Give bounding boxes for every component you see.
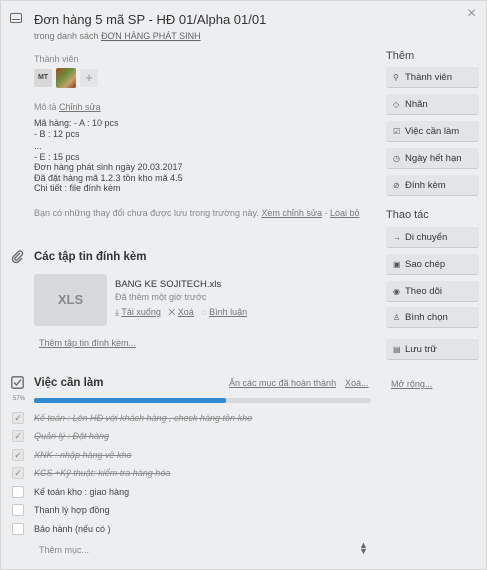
- description-line: ...: [34, 141, 42, 151]
- checklist-icon: ☑: [393, 127, 401, 136]
- sidebar-actions-heading: Thao tác: [386, 209, 429, 221]
- checklist-checkbox[interactable]: ✓: [12, 430, 24, 442]
- sidebar-button-label: Đính kèm: [405, 180, 446, 191]
- sidebar-button-thumbs-up[interactable]: ♙ Bình chọn: [386, 307, 479, 328]
- checklist-checkbox[interactable]: [12, 523, 24, 535]
- unsaved-text: Bạn có những thay đổi chưa được lưu tron…: [34, 208, 259, 218]
- description-line: Mã hàng: - A : 10 pcs: [34, 118, 119, 128]
- members-label: Thành viên: [34, 54, 79, 64]
- hide-completed-link[interactable]: Ẩn các mục đã hoàn thành: [229, 378, 336, 388]
- archive-icon: ▤: [393, 345, 401, 354]
- sidebar-button-label: Thành viên: [405, 72, 453, 83]
- sidebar-button-eye[interactable]: ◉ Theo dõi: [386, 281, 479, 302]
- progress-bar: [34, 398, 371, 403]
- sort-icon[interactable]: ▲ ▼: [359, 541, 368, 556]
- checklist-item[interactable]: Kế toán : Lên HĐ với khách hàng , check …: [34, 413, 252, 423]
- discard-link[interactable]: Loại bỏ: [330, 208, 360, 218]
- arrow-right-icon: →: [393, 233, 401, 242]
- sidebar-button-checklist[interactable]: ☑ Việc cần làm: [386, 121, 479, 142]
- card-icon: [10, 13, 22, 23]
- more-link[interactable]: Mở rộng...: [391, 379, 432, 389]
- thumbs-up-icon: ♙: [393, 313, 401, 322]
- sidebar-button-copy[interactable]: ▣ Sao chép: [386, 254, 479, 275]
- card-list-info: trong danh sách ĐƠN HÀNG PHÁT SINH: [34, 31, 201, 41]
- sidebar-button-label: Theo dõi: [405, 286, 442, 297]
- description-body[interactable]: Mã hàng: - A : 10 pcs - B : 12 pcs ... -…: [34, 118, 183, 194]
- checklist-title: Việc cần làm: [34, 377, 104, 389]
- download-action[interactable]: ⤓ Tải xuống: [115, 307, 161, 317]
- person-icon: ⚲: [393, 73, 399, 82]
- clock-icon: ◷: [393, 154, 400, 163]
- view-edits-link[interactable]: Xem chỉnh sửa: [261, 208, 322, 218]
- list-name-link[interactable]: ĐƠN HÀNG PHÁT SINH: [101, 31, 201, 41]
- paperclip-icon: ⊘: [393, 181, 400, 190]
- sidebar-button-label: Bình chọn: [405, 312, 448, 323]
- close-icon[interactable]: ×: [467, 5, 476, 23]
- sidebar-button-label: Việc cần làm: [405, 126, 460, 137]
- checklist-checkbox[interactable]: ✓: [12, 412, 24, 424]
- add-member-button[interactable]: +: [80, 69, 98, 87]
- paperclip-icon: [11, 250, 25, 267]
- sidebar-button-arrow-right[interactable]: → Di chuyển: [386, 227, 479, 248]
- description-line: - E : 15 pcs: [34, 151, 80, 162]
- checklist-checkbox[interactable]: ✓: [12, 467, 24, 479]
- comment-icon: ◌: [201, 307, 210, 317]
- delete-checklist-link[interactable]: Xoá...: [345, 378, 369, 388]
- description-edit-link[interactable]: Chỉnh sửa: [59, 102, 101, 112]
- add-checklist-item[interactable]: Thêm mục...: [39, 545, 89, 555]
- progress-percent: 57%: [13, 396, 26, 402]
- attachments-title: Các tập tin đính kèm: [34, 251, 147, 263]
- description-label: Mô tả Chỉnh sửa: [34, 102, 101, 112]
- sidebar-add-heading: Thêm: [386, 50, 415, 62]
- checklist-checkbox[interactable]: [12, 486, 24, 498]
- checklist-item[interactable]: Kế toán kho : giao hàng: [34, 487, 129, 497]
- checklist-item[interactable]: Thanh lý hợp đồng: [34, 505, 109, 515]
- member-avatar-photo[interactable]: [56, 68, 76, 88]
- attachment-actions: ⤓ Tải xuống ✕ Xoá ◌ Bình luận: [115, 307, 247, 318]
- unsaved-changes-notice: Bạn có những thay đổi chưa được lưu tron…: [34, 207, 364, 219]
- description-heading: Mô tả: [34, 102, 57, 112]
- sidebar-button-label: Ngày hết hạn: [405, 153, 462, 164]
- delete-icon: ✕: [168, 307, 178, 317]
- sidebar-button-archive[interactable]: ▤ Lưu trữ: [386, 339, 479, 360]
- member-avatar-mt[interactable]: MT: [34, 69, 52, 87]
- checklist-item[interactable]: XNK : nhập hàng về kho: [34, 450, 132, 460]
- description-line: Chi tiết : file đính kèm: [34, 183, 121, 193]
- attachment-added-time: Đã thêm một giờ trước: [115, 292, 207, 302]
- download-label: Tải xuống: [121, 307, 161, 317]
- description-line: Đơn hàng phát sinh ngày 20.03.2017: [34, 162, 183, 172]
- checklist-checkbox[interactable]: [12, 504, 24, 516]
- in-list-prefix: trong danh sách: [34, 31, 99, 41]
- card-title[interactable]: Đơn hàng 5 mã SP - HĐ 01/Alpha 01/01: [34, 12, 266, 27]
- progress-fill: [34, 398, 227, 403]
- attachment-file-name: BANG KE SOJITECH.xls: [115, 279, 222, 290]
- checklist-item[interactable]: Bảo hành (nếu có ): [34, 524, 111, 534]
- sidebar-button-label: Di chuyển: [405, 232, 448, 243]
- card-detail-window: Đơn hàng 5 mã SP - HĐ 01/Alpha 01/01 tro…: [0, 0, 487, 570]
- sidebar-button-clock[interactable]: ◷ Ngày hết hạn: [386, 148, 479, 169]
- eye-icon: ◉: [393, 287, 400, 296]
- delete-label: Xoá: [177, 307, 194, 317]
- sidebar-button-label: Lưu trữ: [405, 344, 437, 355]
- checklist-item[interactable]: Quản lý : Đặt hàng: [34, 431, 109, 441]
- checklist-checkbox[interactable]: ✓: [12, 449, 24, 461]
- attachment-thumbnail[interactable]: XLS: [34, 274, 107, 326]
- sidebar-button-label: Sao chép: [405, 259, 446, 270]
- tag-icon: ◇: [393, 100, 400, 109]
- comment-label: Bình luận: [209, 307, 248, 317]
- description-line: Đã đặt hàng mã 1.2.3 tồn kho mã 4.5: [34, 172, 183, 183]
- add-attachment-link[interactable]: Thêm tập tin đính kèm...: [39, 338, 136, 348]
- separator: -: [324, 208, 328, 218]
- copy-icon: ▣: [393, 260, 401, 269]
- sidebar-button-paperclip[interactable]: ⊘ Đính kèm: [386, 175, 479, 196]
- comment-action[interactable]: ◌ Bình luận: [201, 307, 247, 317]
- sidebar-button-tag[interactable]: ◇ Nhãn: [386, 94, 479, 115]
- description-line: - B : 12 pcs: [34, 128, 80, 139]
- checklist-item[interactable]: KCS +Kỹ thuật: kiểm tra hàng hóa: [34, 468, 170, 478]
- checklist-icon: [11, 376, 24, 392]
- sidebar-button-person[interactable]: ⚲ Thành viên: [386, 67, 479, 88]
- delete-action[interactable]: ✕ Xoá: [168, 307, 193, 317]
- sidebar-button-label: Nhãn: [405, 99, 428, 110]
